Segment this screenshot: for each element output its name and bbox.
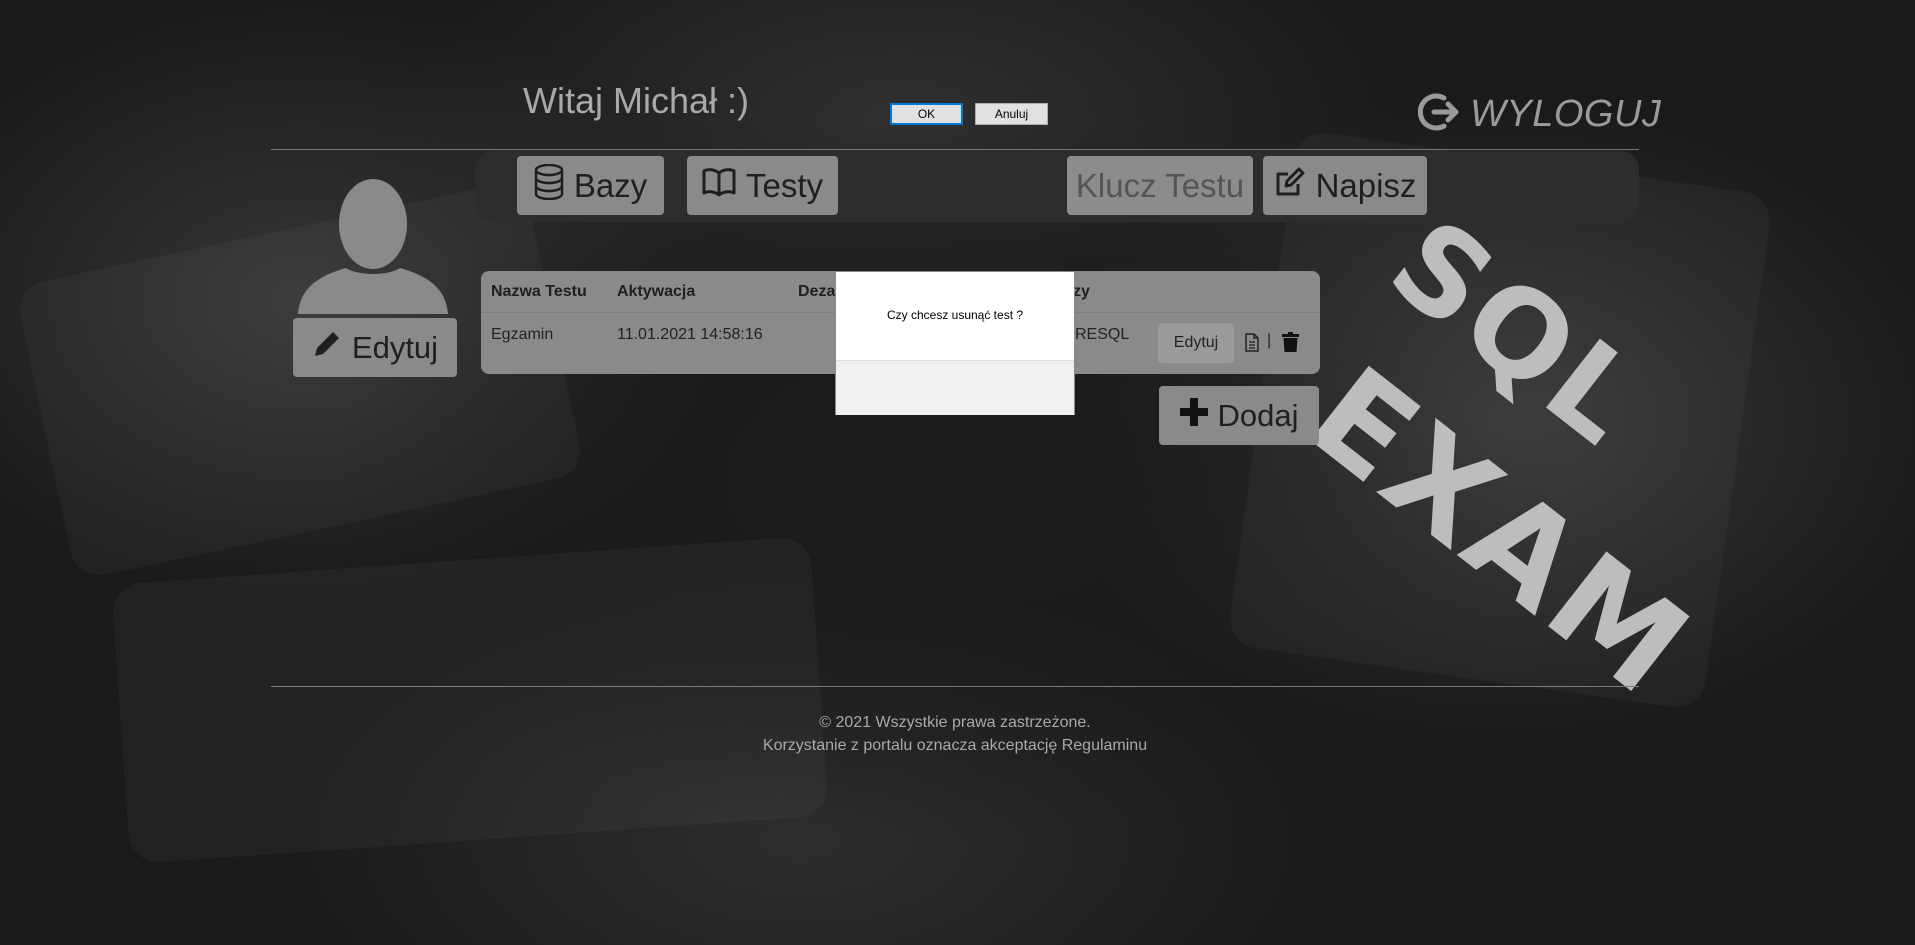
cell-test-name: Egzamin [491, 326, 554, 343]
action-separator: | [1267, 332, 1272, 349]
footer-divider [271, 686, 1639, 687]
confirm-delete-dialog: Czy chcesz usunąć test ? [835, 271, 1075, 415]
plus-icon [1179, 397, 1208, 434]
dialog-ok-button[interactable]: OK [890, 103, 963, 125]
document-icon[interactable] [1244, 333, 1260, 357]
nav-napisz-label: Napisz [1315, 166, 1417, 204]
book-icon [702, 167, 736, 205]
nav-testy-button[interactable]: Testy [687, 156, 838, 215]
chalk-smudge [111, 536, 829, 864]
footer-copyright: © 2021 Wszystkie prawa zastrzeżone. [819, 714, 1091, 731]
nav-bazy-button[interactable]: Bazy [517, 156, 664, 215]
logout-label: WYLOGUJ [1470, 93, 1662, 135]
welcome-message: Witaj Michał :) [523, 80, 750, 121]
column-header-name: Nazwa Testu [491, 283, 587, 300]
nav-napisz-button[interactable]: Napisz [1263, 156, 1427, 215]
trash-icon[interactable] [1282, 332, 1299, 357]
database-icon [534, 163, 564, 208]
edit-profile-button[interactable]: Edytuj [293, 318, 457, 377]
dialog-cancel-button[interactable]: Anuluj [975, 103, 1048, 125]
cell-activation: 11.01.2021 14:58:16 [617, 326, 763, 343]
cell-database: RESQL [1075, 326, 1130, 343]
dialog-button-bar [836, 360, 1074, 415]
nav-testy-label: Testy [745, 166, 824, 204]
nav-klucz-testu-label: Klucz Testu [1075, 166, 1245, 204]
dialog-message: Czy chcesz usunąć test ? [886, 308, 1024, 322]
column-header-deactivation: Deza [798, 283, 836, 300]
edit-profile-label: Edytuj [351, 329, 439, 365]
add-test-label: Dodaj [1217, 397, 1299, 433]
column-header-databases: zy [1073, 283, 1090, 300]
user-silhouette-icon [298, 179, 448, 314]
add-test-button[interactable]: Dodaj [1159, 386, 1319, 445]
footer-terms: Korzystanie z portalu oznacza akceptację… [762, 737, 1148, 754]
column-header-activation: Aktywacja [617, 283, 696, 300]
nav-klucz-testu-button[interactable]: Klucz Testu [1067, 156, 1253, 215]
row-edit-button[interactable]: Edytuj [1158, 323, 1234, 363]
nav-bazy-label: Bazy [573, 166, 648, 204]
pencil-square-icon [1274, 166, 1306, 206]
pencil-icon [312, 329, 342, 367]
logout-button[interactable]: WYLOGUJ [1417, 92, 1662, 137]
avatar [298, 176, 448, 314]
logout-icon [1417, 92, 1460, 137]
header-divider [271, 149, 1639, 150]
